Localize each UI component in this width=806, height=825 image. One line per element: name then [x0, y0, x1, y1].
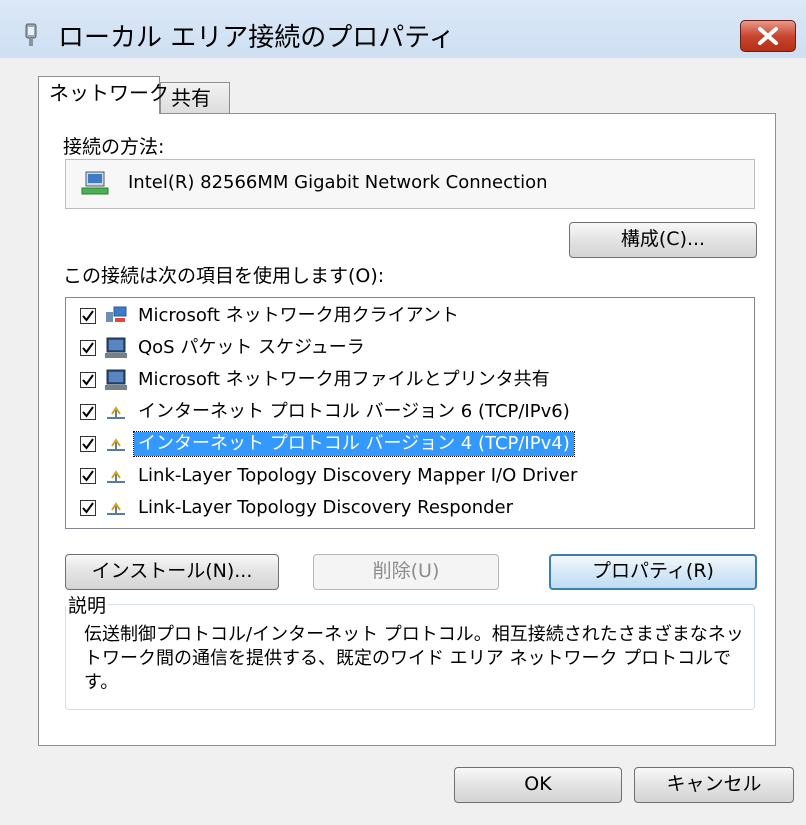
network-connection-icon [25, 23, 37, 46]
tab-panel-network: 接続の方法: Intel(R) 82566MM Gigabit Network … [38, 113, 776, 746]
tab-network[interactable]: ネットワーク [38, 76, 169, 114]
adapter-name: Intel(R) 82566MM Gigabit Network Connect… [128, 172, 548, 193]
configure-button[interactable]: 構成(C)... [569, 222, 757, 258]
checkbox-checked[interactable] [80, 308, 96, 324]
protocol-icon [107, 406, 125, 419]
window-title: ローカル エリア接続のプロパティ [58, 23, 455, 53]
properties-dialog: ローカル エリア接続のプロパティ ネットワーク 共有 接続の方法: Intel(… [0, 0, 806, 825]
network-adapter-icon [81, 171, 109, 195]
checkbox-checked[interactable] [80, 340, 96, 356]
ok-button[interactable]: OK [454, 767, 622, 803]
description-text: 伝送制御プロトコル/インターネット プロトコル。相互接続されたさまざまなネットワ… [84, 624, 744, 693]
item-label: Link-Layer Topology Discovery Mapper I/O… [138, 465, 578, 486]
tab-sharing[interactable]: 共有 [160, 82, 230, 114]
cancel-button[interactable]: キャンセル [634, 767, 794, 803]
description-group: 説明 伝送制御プロトコル/インターネット プロトコル。相互接続されたさまざまなネ… [65, 591, 755, 710]
checkbox-checked[interactable] [80, 436, 96, 452]
properties-button[interactable]: プロパティ(R) [549, 554, 757, 590]
checkbox-checked[interactable] [80, 404, 96, 420]
list-item[interactable]: インターネット プロトコル バージョン 6 (TCP/IPv6) [66, 398, 754, 428]
list-item[interactable]: Microsoft ネットワーク用クライアント [66, 302, 754, 332]
network-client-icon [106, 306, 127, 322]
service-icon [105, 369, 127, 390]
description-legend: 説明 [66, 591, 109, 618]
list-item[interactable]: Link-Layer Topology Discovery Mapper I/O… [66, 462, 754, 492]
checkbox-checked[interactable] [80, 468, 96, 484]
close-button[interactable] [740, 20, 796, 52]
item-label: Link-Layer Topology Discovery Responder [138, 497, 514, 518]
item-label: インターネット プロトコル バージョン 4 (TCP/IPv4) [133, 431, 575, 457]
list-item[interactable]: Link-Layer Topology Discovery Responder [66, 494, 754, 524]
list-item-selected[interactable]: インターネット プロトコル バージョン 4 (TCP/IPv4) [66, 430, 754, 460]
item-label: Microsoft ネットワーク用クライアント [138, 305, 459, 326]
adapter-field: Intel(R) 82566MM Gigabit Network Connect… [65, 159, 755, 209]
list-item[interactable]: QoS パケット スケジューラ [66, 334, 754, 364]
install-button[interactable]: インストール(N)... [65, 554, 279, 590]
protocol-icon [107, 438, 125, 451]
components-list[interactable]: Microsoft ネットワーク用クライアント QoS パケット スケジューラ [65, 297, 755, 529]
checkbox-checked[interactable] [80, 500, 96, 516]
checkbox-checked[interactable] [80, 372, 96, 388]
close-icon [758, 27, 778, 45]
items-label: この接続は次の項目を使用します(O): [63, 265, 385, 287]
connect-using-label: 接続の方法: [63, 136, 165, 158]
service-icon [105, 337, 127, 358]
item-label: インターネット プロトコル バージョン 6 (TCP/IPv6) [138, 401, 570, 422]
protocol-icon [107, 502, 125, 515]
protocol-icon [107, 470, 125, 483]
item-label: QoS パケット スケジューラ [138, 337, 365, 358]
uninstall-button[interactable]: 削除(U) [313, 554, 499, 590]
item-label: Microsoft ネットワーク用ファイルとプリンタ共有 [138, 369, 550, 390]
list-item[interactable]: Microsoft ネットワーク用ファイルとプリンタ共有 [66, 366, 754, 396]
